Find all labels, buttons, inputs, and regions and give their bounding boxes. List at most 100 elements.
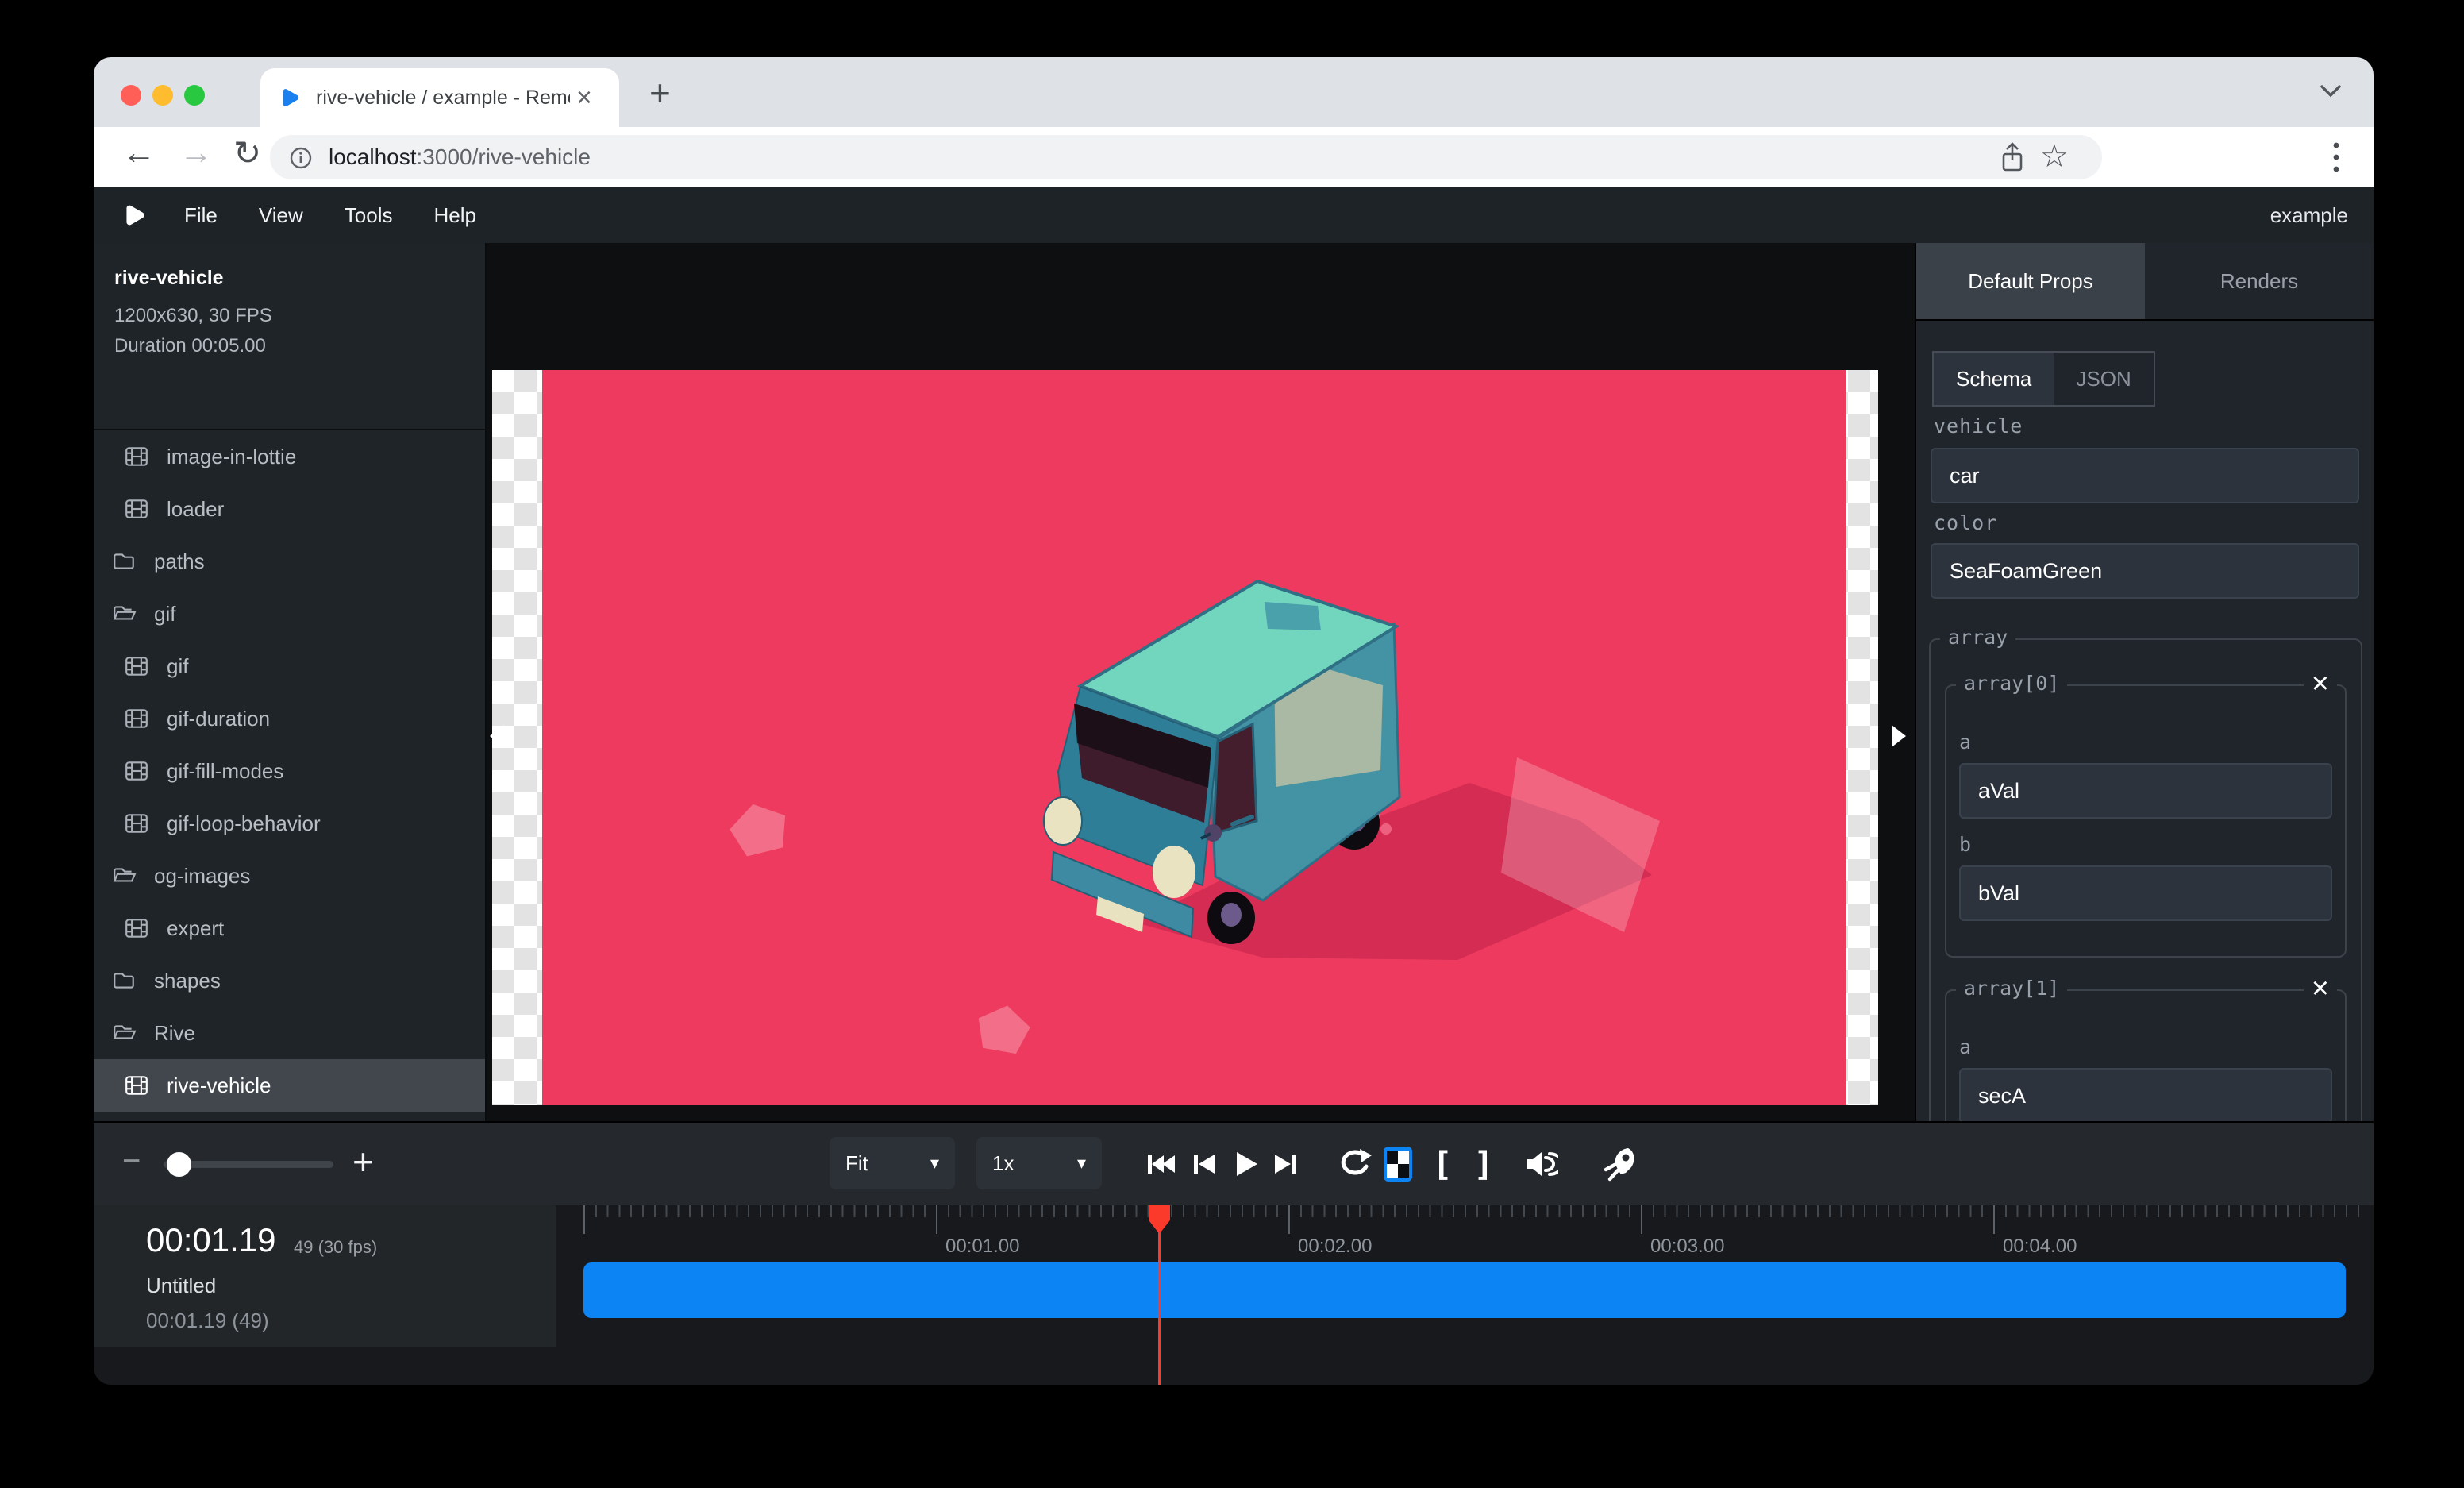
menu-file[interactable]: File xyxy=(184,203,218,228)
fullscreen-window-button[interactable] xyxy=(184,85,205,106)
browser-menu-icon[interactable] xyxy=(2332,140,2340,175)
menu-help[interactable]: Help xyxy=(434,203,476,228)
sidebar-item-label: paths xyxy=(154,549,205,574)
sidebar-folder-paths[interactable]: paths xyxy=(94,535,485,588)
next-frame-button[interactable] xyxy=(1272,1148,1300,1180)
track-range: 00:01.19 (49) xyxy=(146,1309,269,1333)
site-info-icon[interactable] xyxy=(289,146,313,170)
play-button[interactable] xyxy=(1230,1147,1259,1181)
menu-tools[interactable]: Tools xyxy=(345,203,393,228)
speed-dropdown-value: 1x xyxy=(992,1151,1014,1176)
decor-pentagon xyxy=(726,797,793,859)
playhead-marker[interactable] xyxy=(1149,1205,1170,1234)
vehicle-field-label: vehicle xyxy=(1934,414,2023,438)
sidebar-item-gif-loop-behavior[interactable]: gif-loop-behavior xyxy=(94,797,485,850)
color-input[interactable] xyxy=(1931,543,2359,599)
tab-renders[interactable]: Renders xyxy=(2145,243,2374,319)
bookmark-star-icon[interactable]: ☆ xyxy=(2040,138,2069,175)
remotion-logo-icon[interactable] xyxy=(121,202,148,229)
props-panel: Default Props Renders Schema JSON vehicl… xyxy=(1915,243,2374,1121)
folder-icon xyxy=(111,968,137,993)
sidebar-item-gif[interactable]: gif xyxy=(94,640,485,692)
zoom-out-icon[interactable]: − xyxy=(122,1143,141,1179)
track-name[interactable]: Untitled xyxy=(146,1274,216,1298)
rocket-render-button[interactable] xyxy=(1602,1146,1638,1182)
film-icon xyxy=(124,444,149,469)
sidebar-item-image-in-lottie[interactable]: image-in-lottie xyxy=(94,430,485,483)
sidebar-item-expert[interactable]: expert xyxy=(94,902,485,954)
timeline-ruler[interactable] xyxy=(583,1205,2364,1217)
toggle-json[interactable]: JSON xyxy=(2054,353,2153,405)
browser-tab[interactable]: rive-vehicle / example - Remotion × xyxy=(260,68,619,127)
sidebar-folder-gif[interactable]: gif xyxy=(94,588,485,640)
in-point-button[interactable]: [ xyxy=(1432,1145,1452,1184)
film-icon xyxy=(124,758,149,784)
tab-title: rive-vehicle / example - Remotion xyxy=(316,87,570,110)
toggle-schema[interactable]: Schema xyxy=(1934,353,2054,405)
tab-default-props[interactable]: Default Props xyxy=(1916,243,2145,319)
volume-button[interactable] xyxy=(1523,1148,1558,1180)
project-info: rive-vehicle 1200x630, 30 FPS Duration 0… xyxy=(94,243,485,430)
array-0-legend: array[0] xyxy=(1956,672,2067,695)
sidebar-item-label: Rive xyxy=(154,1021,195,1046)
address-bar[interactable]: localhost:3000/rive-vehicle ☆ xyxy=(270,135,2102,179)
share-icon[interactable] xyxy=(1997,141,2027,175)
remove-array-item-icon[interactable]: × xyxy=(2304,669,2337,699)
sidebar-item-rive-vehicle[interactable]: rive-vehicle xyxy=(94,1059,485,1112)
sidebar-item-gif-fill-modes[interactable]: gif-fill-modes xyxy=(94,745,485,797)
out-point-button[interactable]: ] xyxy=(1473,1145,1493,1184)
sidebar-item-loader[interactable]: loader xyxy=(94,483,485,535)
url-path: :3000/rive-vehicle xyxy=(417,145,591,169)
sidebar-folder-rive[interactable]: Rive xyxy=(94,1007,485,1059)
a-input[interactable] xyxy=(1959,763,2332,819)
skip-to-start-button[interactable] xyxy=(1145,1148,1178,1180)
ruler-label: 00:02.00 xyxy=(1298,1236,1372,1258)
film-icon xyxy=(124,496,149,522)
url-text: localhost:3000/rive-vehicle xyxy=(329,145,591,170)
composition-viewport xyxy=(492,370,1878,1105)
sidebar-item-label: gif-loop-behavior xyxy=(167,811,321,836)
second-tick xyxy=(1993,1205,1995,1234)
collapse-right-panel-icon[interactable] xyxy=(1892,725,1906,747)
second-tick xyxy=(936,1205,937,1234)
animation-background xyxy=(542,370,1846,1105)
reload-icon[interactable]: ↻ xyxy=(233,133,261,172)
zoom-in-icon[interactable]: + xyxy=(352,1140,374,1183)
fit-dropdown[interactable]: Fit ▾ xyxy=(830,1137,955,1189)
current-frame: 49 (30 fps) xyxy=(294,1237,377,1258)
back-icon[interactable]: ← xyxy=(122,133,156,172)
loop-toggle-button[interactable] xyxy=(1337,1147,1373,1181)
forward-icon[interactable]: → xyxy=(179,133,213,172)
sidebar-item-label: rive-vehicle xyxy=(167,1074,271,1098)
collapse-left-panel-icon[interactable] xyxy=(490,725,504,747)
playback-speed-dropdown[interactable]: 1x ▾ xyxy=(976,1137,1102,1189)
sidebar-item-label: expert xyxy=(167,916,224,941)
menu-view[interactable]: View xyxy=(259,203,303,228)
current-time: 00:01.19 xyxy=(146,1221,276,1259)
vehicle-input[interactable] xyxy=(1931,448,2359,503)
close-tab-icon[interactable]: × xyxy=(576,84,592,111)
a-field-label: a xyxy=(1959,1035,2332,1058)
schema-json-toggle: Schema JSON xyxy=(1932,351,2155,407)
array-fieldset: array array[0] × a b array[1] × a b xyxy=(1929,638,2362,1121)
browser-toolbar: ← → ↻ localhost:3000/rive-vehicle ☆ xyxy=(94,127,2374,187)
fit-dropdown-value: Fit xyxy=(845,1151,868,1176)
sidebar-item-gif-duration[interactable]: gif-duration xyxy=(94,692,485,745)
sidebar-folder-og-images[interactable]: og-images xyxy=(94,850,485,902)
tab-search-chevron-icon[interactable] xyxy=(2320,84,2342,98)
sidebar-folder-shapes[interactable]: shapes xyxy=(94,954,485,1007)
b-input[interactable] xyxy=(1959,865,2332,921)
zoom-slider-thumb[interactable] xyxy=(167,1152,191,1177)
folder-open-icon xyxy=(111,863,137,889)
app-menubar: File View Tools Help example xyxy=(94,187,2374,243)
preview-canvas xyxy=(488,243,1913,1121)
remove-array-item-icon[interactable]: × xyxy=(2304,973,2337,1004)
new-tab-button[interactable]: + xyxy=(649,71,671,114)
a-input[interactable] xyxy=(1959,1068,2332,1121)
timeline-track-bar[interactable] xyxy=(583,1262,2346,1318)
minimize-window-button[interactable] xyxy=(152,85,173,106)
previous-frame-button[interactable] xyxy=(1189,1148,1218,1180)
timeline: 00:01.19 49 (30 fps) Untitled 00:01.19 (… xyxy=(94,1205,2374,1385)
close-window-button[interactable] xyxy=(121,85,141,106)
transparency-checker-toggle[interactable] xyxy=(1384,1147,1412,1182)
